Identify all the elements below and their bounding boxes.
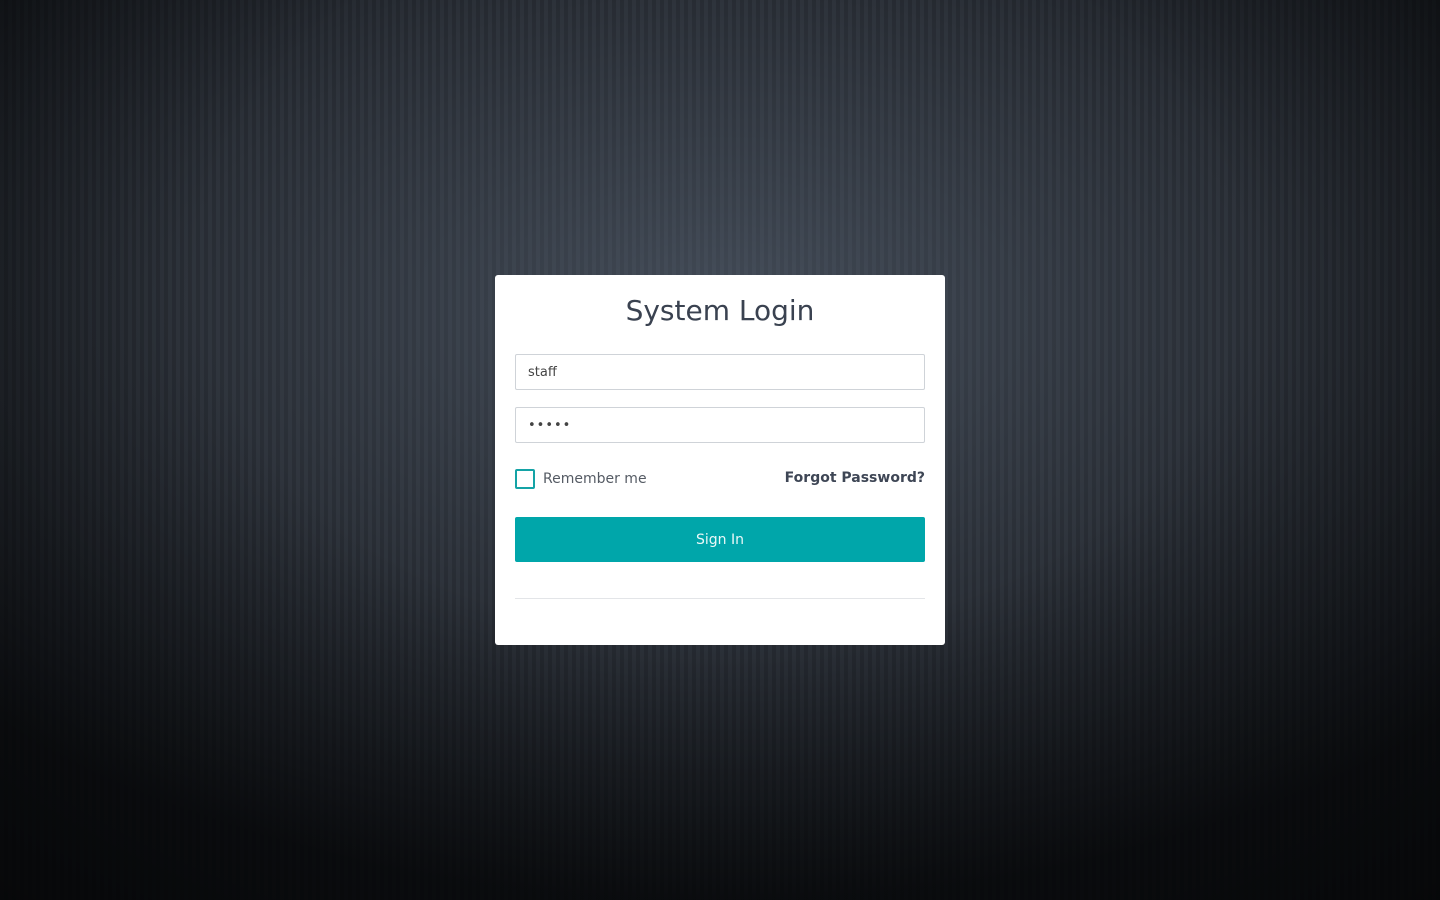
checkbox-unchecked-icon[interactable] — [515, 469, 535, 489]
login-options-row: Remember me Forgot Password? — [515, 468, 925, 490]
page-title: System Login — [625, 294, 815, 327]
login-panel: System Login Remember me Forgot Password… — [495, 275, 945, 645]
sign-in-button[interactable]: Sign In — [515, 517, 925, 562]
password-input[interactable] — [515, 407, 925, 443]
forgot-password-link[interactable]: Forgot Password? — [785, 470, 925, 486]
remember-me-checkbox[interactable]: Remember me — [515, 469, 647, 489]
username-input[interactable] — [515, 354, 925, 390]
divider — [515, 598, 925, 599]
remember-me-label: Remember me — [543, 471, 647, 487]
